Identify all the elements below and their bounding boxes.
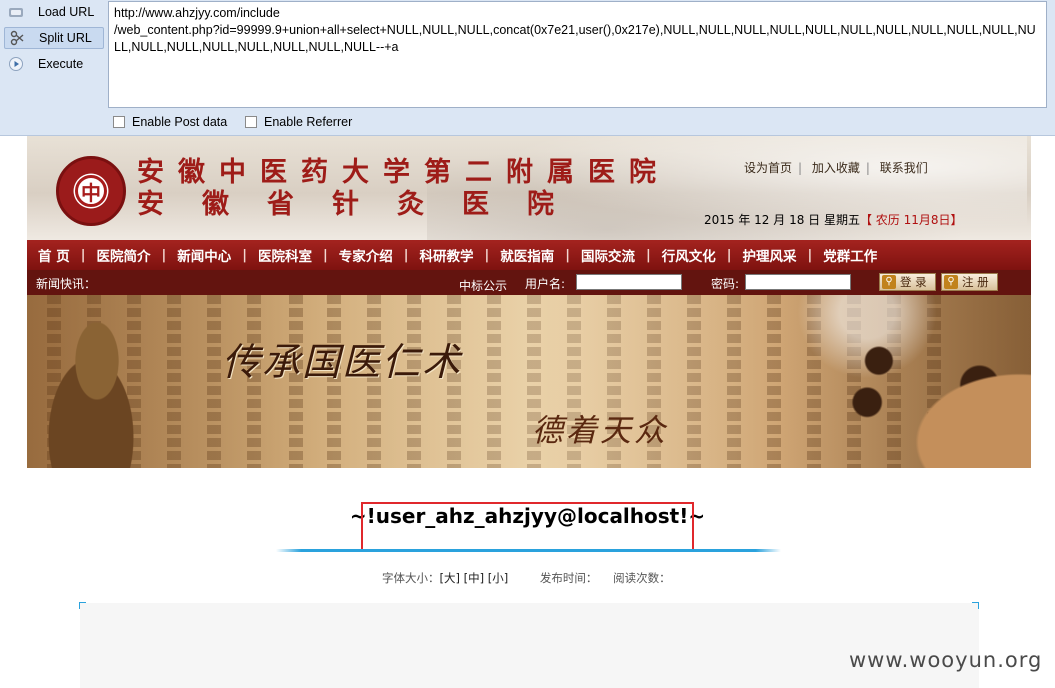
date-line: 2015 年 12 月 18 日 星期五【 农历 11月8日】 — [704, 211, 963, 228]
register-button[interactable]: ⚲ 注 册 — [941, 273, 998, 291]
login-label: 登 录 — [900, 275, 927, 289]
nav-culture[interactable]: 行风文化 — [651, 245, 727, 265]
view-count-label: 阅读次数： — [613, 571, 671, 585]
nav-party[interactable]: 党群工作 — [812, 245, 888, 265]
font-size-large[interactable]: [大] — [440, 571, 460, 585]
url-input[interactable]: http://www.ahzjyy.com/include /web_conte… — [108, 1, 1047, 108]
search-icon: ⚲ — [882, 275, 896, 289]
split-url-label: Split URL — [39, 31, 92, 45]
news-flash-label: 新闻快讯： — [36, 277, 97, 291]
load-url-button[interactable]: Load URL — [4, 1, 104, 23]
checkbox-box[interactable] — [113, 116, 125, 128]
nav-research[interactable]: 科研教学 — [408, 245, 484, 265]
split-url-icon — [9, 30, 25, 46]
nav-nursing[interactable]: 护理风采 — [731, 245, 807, 265]
hospital-website: 中 安徽中医药大学第二附属医院 安徽省针灸医院 设为首页 | 加入收藏 | 联系我们… — [27, 136, 1031, 468]
news-ticker-item[interactable]: 中标公示 — [459, 277, 507, 294]
set-homepage-link[interactable]: 设为首页 — [744, 161, 792, 175]
nav-news[interactable]: 新闻中心 — [166, 245, 242, 265]
font-size-medium[interactable]: [中] — [464, 571, 484, 585]
nav-international[interactable]: 国际交流 — [570, 245, 646, 265]
top-links: 设为首页 | 加入收藏 | 联系我们 — [744, 161, 928, 175]
nav-about[interactable]: 医院简介 — [85, 245, 161, 265]
register-label: 注 册 — [962, 275, 989, 289]
checkbox-box[interactable] — [245, 116, 257, 128]
search-icon: ⚲ — [944, 275, 958, 289]
hospital-name-line1: 安徽中医药大学第二附属医院 — [137, 157, 670, 188]
article-body — [80, 603, 979, 688]
moxibustion-image — [797, 295, 1031, 468]
site-header: 中 安徽中医药大学第二附属医院 安徽省针灸医院 设为首页 | 加入收藏 | 联系我们… — [27, 136, 1031, 240]
lunar-date: 【 农历 11月8日】 — [859, 213, 963, 227]
hospital-name-line2: 安徽省针灸医院 — [137, 189, 592, 220]
password-label: 密码: — [711, 277, 740, 291]
nav-home[interactable]: 首 页 — [27, 245, 81, 265]
nav-experts[interactable]: 专家介绍 — [328, 245, 404, 265]
current-date: 2015 年 12 月 18 日 星期五 — [704, 213, 860, 227]
execute-button[interactable]: Execute — [4, 53, 104, 75]
enable-post-data-label: Enable Post data — [132, 115, 228, 129]
split-url-button[interactable]: Split URL — [4, 27, 104, 49]
username-label: 用户名: — [525, 277, 566, 291]
enable-referrer-label: Enable Referrer — [264, 115, 353, 129]
font-size-small[interactable]: [小] — [488, 571, 508, 585]
load-url-label: Load URL — [38, 5, 95, 19]
publish-time-label: 发布时间： — [539, 571, 598, 585]
password-input[interactable] — [745, 274, 851, 290]
nav-guide[interactable]: 就医指南 — [489, 245, 565, 265]
play-icon — [8, 56, 24, 72]
injection-result-highlight — [361, 502, 694, 551]
enable-referrer-checkbox[interactable]: Enable Referrer — [245, 115, 352, 129]
banner-calligraphy-sub: 德着天众 — [532, 413, 668, 449]
load-url-icon — [8, 4, 24, 20]
nav-departments[interactable]: 医院科室 — [247, 245, 323, 265]
font-size-label: 字体大小： — [382, 571, 440, 585]
hero-banner: 传承国医仁术 德着天众 — [27, 295, 1031, 468]
login-button[interactable]: ⚲ 登 录 — [879, 273, 936, 291]
main-nav: 首 页 | 医院简介 | 新闻中心 | 医院科室 | 专家介绍 | 科研教学 | 就医指南 |… — [27, 240, 1031, 270]
banner-calligraphy-main: 传承国医仁术 — [222, 340, 463, 384]
execute-label: Execute — [38, 57, 84, 71]
sage-statue-image — [37, 315, 157, 468]
title-underline — [276, 549, 781, 552]
frame-corner — [79, 602, 86, 609]
contact-us-link[interactable]: 联系我们 — [880, 161, 928, 175]
article-meta: 字体大小：[大] [中] [小] 发布时间： 阅读次数： — [382, 570, 671, 586]
hackbar-toolbar: Load URL Split URL Execute http://www.ah… — [0, 0, 1055, 136]
username-input[interactable] — [576, 274, 682, 290]
frame-corner — [972, 602, 979, 609]
add-favorite-link[interactable]: 加入收藏 — [812, 161, 860, 175]
news-login-bar: 新闻快讯： 中标公示 用户名: 密码: ⚲ 登 录 ⚲ 注 册 — [27, 270, 1031, 295]
wooyun-watermark: www.wooyun.org — [849, 648, 1043, 672]
enable-post-data-checkbox[interactable]: Enable Post data — [113, 115, 227, 129]
hospital-logo: 中 — [56, 156, 126, 226]
